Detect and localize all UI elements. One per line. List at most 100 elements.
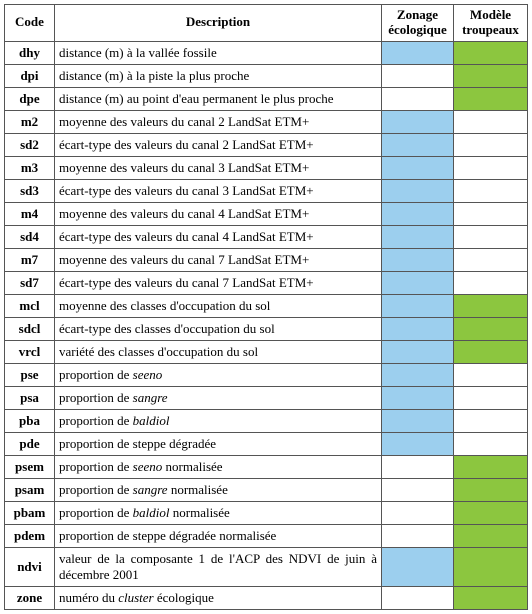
zonage-cell — [382, 409, 454, 432]
description-cell: proportion de steppe dégradée — [55, 432, 382, 455]
table-row: m3moyenne des valeurs du canal 3 LandSat… — [5, 156, 528, 179]
description-cell: écart-type des valeurs du canal 2 LandSa… — [55, 133, 382, 156]
zonage-cell — [382, 586, 454, 609]
zonage-cell — [382, 271, 454, 294]
code-cell: pse — [5, 363, 55, 386]
description-cell: numéro du cluster écologique — [55, 586, 382, 609]
modele-cell — [454, 179, 528, 202]
modele-cell — [454, 317, 528, 340]
description-cell: distance (m) au point d'eau permanent le… — [55, 87, 382, 110]
code-cell: sd7 — [5, 271, 55, 294]
zonage-cell — [382, 225, 454, 248]
description-cell: proportion de sangre normalisée — [55, 478, 382, 501]
code-cell: ndvi — [5, 547, 55, 586]
zonage-cell — [382, 202, 454, 225]
description-cell: proportion de sangre — [55, 386, 382, 409]
table-row: sd7écart-type des valeurs du canal 7 Lan… — [5, 271, 528, 294]
code-cell: zone — [5, 586, 55, 609]
zonage-cell — [382, 340, 454, 363]
zonage-cell — [382, 87, 454, 110]
table-header-row: Code Description Zonage écologique Modèl… — [5, 5, 528, 42]
code-cell: pba — [5, 409, 55, 432]
description-cell: moyenne des valeurs du canal 2 LandSat E… — [55, 110, 382, 133]
code-cell: vrcl — [5, 340, 55, 363]
description-cell: proportion de baldiol — [55, 409, 382, 432]
table-row: vrclvariété des classes d'occupation du … — [5, 340, 528, 363]
description-cell: moyenne des valeurs du canal 4 LandSat E… — [55, 202, 382, 225]
code-cell: psam — [5, 478, 55, 501]
modele-cell — [454, 547, 528, 586]
header-description: Description — [55, 5, 382, 42]
description-cell: moyenne des valeurs du canal 3 LandSat E… — [55, 156, 382, 179]
zonage-cell — [382, 455, 454, 478]
modele-cell — [454, 409, 528, 432]
modele-cell — [454, 41, 528, 64]
table-row: pbaproportion de baldiol — [5, 409, 528, 432]
code-cell: m2 — [5, 110, 55, 133]
modele-cell — [454, 586, 528, 609]
description-cell: proportion de seeno normalisée — [55, 455, 382, 478]
table-row: dpidistance (m) à la piste la plus proch… — [5, 64, 528, 87]
description-cell: valeur de la composante 1 de l'ACP des N… — [55, 547, 382, 586]
header-code: Code — [5, 5, 55, 42]
modele-cell — [454, 478, 528, 501]
description-cell: écart-type des valeurs du canal 7 LandSa… — [55, 271, 382, 294]
table-row: dhydistance (m) à la vallée fossile — [5, 41, 528, 64]
header-zonage: Zonage écologique — [382, 5, 454, 42]
modele-cell — [454, 110, 528, 133]
table-row: psaproportion de sangre — [5, 386, 528, 409]
code-cell: m4 — [5, 202, 55, 225]
variable-table-wrapper: Code Description Zonage écologique Modèl… — [0, 0, 532, 614]
table-row: zonenuméro du cluster écologique — [5, 586, 528, 609]
description-cell: distance (m) à la vallée fossile — [55, 41, 382, 64]
modele-cell — [454, 501, 528, 524]
description-cell: moyenne des valeurs du canal 7 LandSat E… — [55, 248, 382, 271]
zonage-cell — [382, 179, 454, 202]
modele-cell — [454, 455, 528, 478]
zonage-cell — [382, 317, 454, 340]
table-row: sd4écart-type des valeurs du canal 4 Lan… — [5, 225, 528, 248]
zonage-cell — [382, 524, 454, 547]
modele-cell — [454, 248, 528, 271]
code-cell: m3 — [5, 156, 55, 179]
modele-cell — [454, 363, 528, 386]
table-row: psamproportion de sangre normalisée — [5, 478, 528, 501]
header-modele: Modèle troupeaux — [454, 5, 528, 42]
zonage-cell — [382, 156, 454, 179]
description-cell: distance (m) à la piste la plus proche — [55, 64, 382, 87]
code-cell: sdcl — [5, 317, 55, 340]
modele-cell — [454, 432, 528, 455]
table-row: sd2écart-type des valeurs du canal 2 Lan… — [5, 133, 528, 156]
table-row: m7moyenne des valeurs du canal 7 LandSat… — [5, 248, 528, 271]
zonage-cell — [382, 133, 454, 156]
table-row: pseproportion de seeno — [5, 363, 528, 386]
modele-cell — [454, 87, 528, 110]
code-cell: sd2 — [5, 133, 55, 156]
modele-cell — [454, 156, 528, 179]
code-cell: dhy — [5, 41, 55, 64]
zonage-cell — [382, 478, 454, 501]
zonage-cell — [382, 248, 454, 271]
table-row: mclmoyenne des classes d'occupation du s… — [5, 294, 528, 317]
code-cell: pdem — [5, 524, 55, 547]
table-row: sdclécart-type des classes d'occupation … — [5, 317, 528, 340]
code-cell: sd4 — [5, 225, 55, 248]
table-row: m2moyenne des valeurs du canal 2 LandSat… — [5, 110, 528, 133]
code-cell: pde — [5, 432, 55, 455]
variable-table: Code Description Zonage écologique Modèl… — [4, 4, 528, 610]
table-row: ndvivaleur de la composante 1 de l'ACP d… — [5, 547, 528, 586]
zonage-cell — [382, 110, 454, 133]
table-row: pbamproportion de baldiol normalisée — [5, 501, 528, 524]
table-row: sd3écart-type des valeurs du canal 3 Lan… — [5, 179, 528, 202]
description-cell: moyenne des classes d'occupation du sol — [55, 294, 382, 317]
description-cell: proportion de baldiol normalisée — [55, 501, 382, 524]
code-cell: m7 — [5, 248, 55, 271]
zonage-cell — [382, 432, 454, 455]
table-row: pdemproportion de steppe dégradée normal… — [5, 524, 528, 547]
description-cell: écart-type des classes d'occupation du s… — [55, 317, 382, 340]
code-cell: mcl — [5, 294, 55, 317]
description-cell: variété des classes d'occupation du sol — [55, 340, 382, 363]
code-cell: pbam — [5, 501, 55, 524]
description-cell: proportion de seeno — [55, 363, 382, 386]
modele-cell — [454, 133, 528, 156]
